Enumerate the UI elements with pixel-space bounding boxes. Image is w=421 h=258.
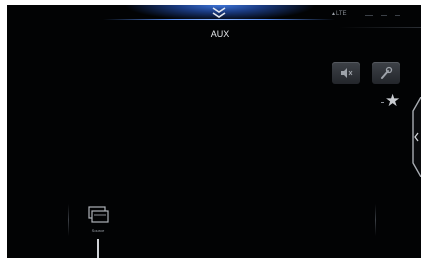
source-title: AUX bbox=[210, 29, 230, 39]
signal-text: LTE bbox=[335, 11, 347, 17]
status-icons-right bbox=[365, 15, 405, 19]
double-chevron-down-icon[interactable] bbox=[210, 7, 228, 19]
signal-indicator: ▲LTE bbox=[331, 11, 347, 17]
top-rule bbox=[339, 27, 421, 28]
speaker-mute-icon bbox=[341, 68, 353, 78]
favorite-add-mark bbox=[381, 102, 384, 103]
dock-item-source[interactable]: Source bbox=[81, 203, 115, 239]
wrench-icon bbox=[381, 66, 393, 79]
dock-divider-right bbox=[375, 204, 376, 236]
source-menu-icon bbox=[88, 206, 109, 223]
head-unit-screen: ▲LTE AUX ★ Source bbox=[7, 5, 421, 258]
settings-button[interactable] bbox=[372, 62, 400, 84]
touch-pointer bbox=[97, 239, 99, 258]
dock-item-label: Source bbox=[91, 228, 105, 233]
dock-divider-left bbox=[68, 204, 69, 236]
mute-button[interactable] bbox=[332, 62, 360, 84]
side-panel-handle[interactable] bbox=[408, 97, 421, 177]
star-icon[interactable]: ★ bbox=[385, 92, 400, 109]
top-glow-line bbox=[103, 19, 335, 20]
